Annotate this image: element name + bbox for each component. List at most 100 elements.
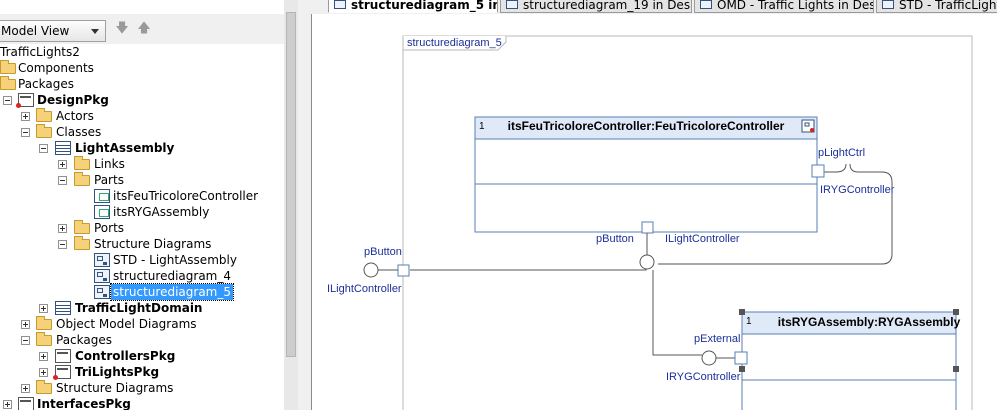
structure-diagram-icon — [882, 0, 894, 9]
tree-item-actors[interactable]: Actors — [0, 108, 284, 124]
part-multiplicity: 1 — [746, 316, 752, 327]
tab-label: structurediagram_19 in Desi... — [523, 0, 692, 12]
chevron-down-icon — [91, 29, 99, 34]
tree-item-structure-diagrams2[interactable]: Structure Diagrams — [0, 380, 284, 396]
port-square — [811, 164, 825, 178]
folder-open-icon — [0, 76, 16, 90]
tree-item-designpkg[interactable]: DesignPkg — [0, 92, 284, 108]
port-name: pLightCtrl — [818, 147, 865, 159]
folder-open-icon — [74, 172, 90, 186]
tree-item-lightassembly[interactable]: LightAssembly — [0, 140, 284, 156]
expand-icon[interactable] — [58, 224, 67, 233]
port-square — [641, 221, 654, 234]
collapse-icon[interactable] — [21, 128, 30, 137]
pane-splitter[interactable] — [298, 0, 304, 410]
folder-open-icon — [74, 236, 90, 250]
tree-item-ports[interactable]: Ports — [0, 220, 284, 236]
selection-handle[interactable] — [953, 366, 959, 372]
tree-item-sd5[interactable]: structurediagram_5 — [0, 283, 284, 301]
expand-icon[interactable] — [39, 304, 48, 313]
package-icon — [53, 365, 71, 380]
expand-icon[interactable] — [39, 368, 48, 377]
provided-interface-ball — [363, 262, 379, 278]
tree-item-label: TrafficLights2 — [0, 45, 80, 59]
tab-omd-traffic-lights[interactable]: OMD - Traffic Lights in Desi... — [694, 0, 874, 13]
collapse-icon[interactable] — [58, 240, 67, 249]
expand-icon[interactable] — [39, 352, 48, 361]
structure-diagram-icon — [94, 253, 110, 267]
collapse-icon[interactable] — [3, 96, 12, 105]
tree-item-controllerspkg[interactable]: ControllersPkg — [0, 348, 284, 364]
expand-icon[interactable] — [3, 400, 12, 409]
tree-item-trafficlightdomain[interactable]: TrafficLightDomain — [0, 300, 284, 316]
collapse-icon[interactable] — [58, 176, 67, 185]
port-interface: IRYGController — [666, 371, 741, 383]
part-multiplicity: 1 — [479, 121, 485, 132]
folder-icon — [0, 60, 16, 74]
tree-item-label: TrafficLightDomain — [75, 301, 203, 315]
tree-item-label: ControllersPkg — [75, 349, 176, 363]
collapse-icon[interactable] — [21, 336, 30, 345]
tree-item-interfacespkg[interactable]: InterfacesPkg — [0, 396, 284, 410]
diagram-canvas[interactable]: structurediagram_5 1 itsFeuTricoloreCont… — [311, 14, 997, 410]
arrow-up-icon[interactable]: 🡅 — [134, 20, 154, 38]
expand-icon[interactable] — [21, 320, 30, 329]
package-icon — [16, 93, 34, 108]
tree-item-sd4[interactable]: structurediagram_4 — [0, 268, 284, 284]
tree-item-part-ryg[interactable]: itsRYGAssembly — [0, 204, 284, 220]
tree-item-links[interactable]: Links — [0, 156, 284, 172]
tree-item-std-lightassembly[interactable]: STD - LightAssembly — [0, 252, 284, 268]
provided-interface-ball — [639, 254, 655, 270]
tab-label: STD - TrafficLightD — [899, 0, 997, 12]
tree-item-label: itsFeuTricoloreController — [113, 189, 259, 203]
tree-item-structure-diagrams[interactable]: Structure Diagrams — [0, 236, 284, 252]
frame-name: structurediagram_5 — [407, 37, 502, 49]
tab-structurediagram-19[interactable]: structurediagram_19 in Desi... — [500, 0, 692, 13]
tree-item-label: Object Model Diagrams — [56, 317, 197, 331]
structure-diagram-icon — [334, 0, 346, 9]
folder-icon — [36, 108, 52, 122]
tree-item-trafficlights2[interactable]: TrafficLights2 — [0, 44, 284, 60]
selection-handle[interactable] — [953, 309, 959, 315]
part-title: itsRYGAssembly:RYGAssembly — [778, 315, 961, 329]
tree-item-label: STD - LightAssembly — [113, 253, 237, 267]
part-icon — [94, 205, 110, 219]
scrollbar-thumb[interactable] — [286, 12, 296, 357]
tree-item-parts[interactable]: Parts — [0, 172, 284, 188]
tree-item-label: structurediagram_5 — [110, 283, 234, 301]
tree-item-label: TriLightsPkg — [75, 365, 160, 379]
part-ryg-assembly[interactable]: 1 itsRYGAssembly:RYGAssembly — [739, 309, 961, 410]
selection-handle[interactable] — [739, 309, 745, 315]
provided-interface-ball — [701, 350, 717, 366]
view-selector-value: Model View — [1, 24, 70, 38]
tab-structurediagram-5[interactable]: structurediagram_5 in D... — [328, 0, 498, 13]
structure-diagram: structurediagram_5 1 itsFeuTricoloreCont… — [327, 35, 973, 410]
arrow-down-icon[interactable]: 🡇 — [112, 20, 132, 38]
tree-item-packages[interactable]: Packages — [0, 76, 284, 92]
model-browser: Model View 🡇 🡅 TrafficLights2 Components… — [0, 0, 298, 410]
tree-item-packages2[interactable]: Packages — [0, 332, 284, 348]
browser-scrollbar[interactable] — [284, 0, 298, 410]
part-icon — [94, 189, 110, 203]
tree-item-label: Ports — [94, 221, 125, 235]
tree-item-object-model-diagrams[interactable]: Object Model Diagrams — [0, 316, 284, 332]
tree-item-label: Components — [18, 61, 94, 75]
part-feu-tricolore-controller[interactable]: 1 itsFeuTricoloreController:FeuTricolore… — [474, 116, 818, 233]
tree-item-components[interactable]: Components — [0, 60, 284, 76]
folder-icon — [74, 220, 90, 234]
move-buttons: 🡇 🡅 — [110, 18, 160, 40]
folder-icon — [36, 316, 52, 330]
expand-icon[interactable] — [58, 160, 67, 169]
collapse-icon[interactable] — [39, 144, 48, 153]
port-interface: ILightController — [665, 233, 740, 245]
expand-icon[interactable] — [21, 112, 30, 121]
tab-std-trafficlight[interactable]: STD - TrafficLightD — [876, 0, 997, 13]
tree-item-trilightspkg[interactable]: TriLightsPkg — [0, 364, 284, 380]
tree-item-part-feu[interactable]: itsFeuTricoloreController — [0, 188, 284, 204]
tree-item-classes[interactable]: Classes — [0, 124, 284, 140]
expand-icon[interactable] — [21, 384, 30, 393]
port-interface: ILightController — [327, 283, 402, 295]
view-selector[interactable]: Model View — [0, 20, 106, 42]
port-pbutton-outer[interactable]: pButton ILightController — [327, 246, 410, 295]
class-icon — [55, 141, 71, 155]
